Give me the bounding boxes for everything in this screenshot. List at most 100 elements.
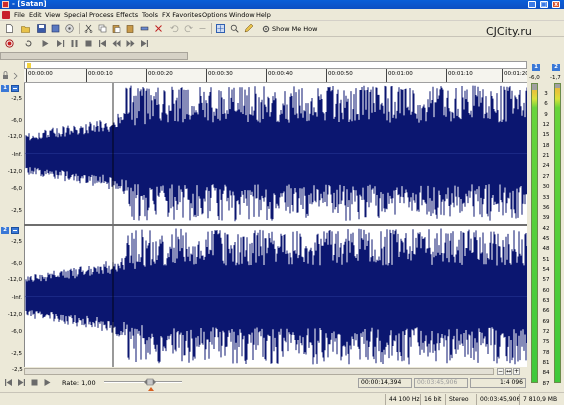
record-icon[interactable] — [5, 39, 14, 48]
ruler-corner — [0, 69, 24, 83]
lock-icon[interactable] — [0, 69, 24, 83]
menu-file[interactable]: File — [14, 11, 25, 19]
meter-scale-label: 84 — [542, 370, 550, 377]
y-label: -2,5 — [12, 367, 23, 373]
minimize-button[interactable]: _ — [528, 1, 536, 8]
play-icon[interactable] — [41, 39, 50, 48]
level-meters: 1 2 -6,0 -1,7 3 6 9 12 15 18 21 24 27 30 33 36 39 42 4… — [528, 61, 564, 388]
rate-slider[interactable] — [104, 381, 182, 383]
meter-2-badge[interactable]: 2 — [552, 64, 560, 71]
app-window: - [Satan] _ □ x File Edit View Special P… — [0, 0, 564, 405]
menu-process[interactable]: Process — [89, 11, 114, 19]
meter-scale-label: 72 — [542, 329, 550, 336]
menu-help[interactable]: Help — [256, 11, 271, 19]
meter-scale-label: 54 — [542, 266, 550, 273]
open-folder-icon[interactable] — [21, 24, 30, 33]
menu-effects[interactable]: Effects — [116, 11, 138, 19]
horizontal-scroll: -2,5 − ↔ + — [0, 367, 527, 376]
menu-window[interactable]: Window — [229, 11, 255, 19]
y-label: -6,0 — [11, 261, 22, 267]
app-icon — [2, 1, 9, 8]
menu-bar: File Edit View Special Process Effects T… — [0, 9, 564, 21]
meter-scale-label: 66 — [542, 308, 550, 315]
tab-strip-empty — [188, 52, 564, 60]
meter-scale-label: 42 — [542, 225, 550, 232]
status-bar: 44 100 Hz 16 bit Stereo 00:03:45,906 7 8… — [0, 392, 564, 405]
main-toolbar: Show Me How — [0, 21, 564, 37]
zoom-out-button[interactable]: − — [497, 368, 504, 375]
y-label: -12,0 — [7, 312, 22, 318]
undo-icon[interactable] — [170, 24, 179, 33]
channel-2-scale: 2 -2,5 -6,0 -12,0 -Inf. -12,0 -6,0 -2,5 — [0, 226, 24, 367]
meter-1-bar — [531, 83, 538, 383]
zoom-ratio: 1:4 096 — [470, 378, 526, 388]
meter-scale-label: 39 — [542, 215, 550, 222]
show-me-how-label: Show Me How — [272, 25, 318, 33]
status-length: 00:03:45,906 — [476, 394, 520, 405]
paste-icon[interactable] — [112, 24, 121, 33]
rate-slider-thumb[interactable] — [144, 378, 156, 386]
gear-icon — [262, 25, 270, 33]
redo-icon[interactable] — [184, 24, 193, 33]
meter-scale-label: 51 — [542, 256, 550, 263]
y-label: -6,0 — [11, 186, 22, 192]
pencil-icon[interactable] — [244, 24, 253, 33]
meter-scale-label: 69 — [542, 318, 550, 325]
channel-1-badge[interactable]: 1 — [1, 85, 9, 92]
overview-viewport[interactable] — [27, 63, 31, 68]
close-button[interactable]: x — [552, 1, 560, 8]
menu-fx-favorites[interactable]: FX Favorites — [162, 11, 202, 19]
go-end-icon[interactable] — [17, 378, 26, 387]
channel-1-collapse-button[interactable] — [11, 85, 19, 92]
zoom-in-button[interactable]: + — [513, 368, 520, 375]
stop-icon[interactable] — [84, 39, 93, 48]
show-me-how-button[interactable]: Show Me How — [262, 24, 317, 34]
meter-scale-label: 78 — [542, 349, 550, 356]
snap-icon[interactable] — [216, 24, 225, 33]
stop-icon[interactable] — [30, 378, 39, 387]
repeat-icon[interactable] — [198, 24, 207, 33]
document-tab-strip[interactable] — [0, 52, 188, 60]
save-icon[interactable] — [37, 24, 46, 33]
meter-scale-label: 48 — [542, 246, 550, 253]
y-label: -2,5 — [11, 239, 22, 245]
y-label: -2,5 — [11, 351, 22, 357]
rewind-icon[interactable] — [112, 39, 121, 48]
menu-tools[interactable]: Tools — [142, 11, 158, 19]
meter-scale-label: 21 — [542, 153, 550, 160]
copy-icon[interactable] — [98, 24, 107, 33]
menu-edit[interactable]: Edit — [29, 11, 42, 19]
go-start-icon[interactable] — [98, 39, 107, 48]
menu-view[interactable]: View — [45, 11, 60, 19]
overview-bar[interactable] — [24, 61, 527, 69]
go-end-icon[interactable] — [140, 39, 149, 48]
horizontal-scrollbar[interactable] — [24, 368, 494, 375]
zoom-icon[interactable] — [230, 24, 239, 33]
mix-paste-icon[interactable] — [126, 24, 135, 33]
meter-1-peak: -6,0 — [529, 75, 540, 81]
channel-1-waveform[interactable] — [24, 83, 527, 224]
maximize-button[interactable]: □ — [540, 1, 548, 8]
channel-1-scale: 1 -2,5 -6,0 -12,0 -Inf. -12,0 -6,0 -2,5 — [0, 83, 24, 224]
cut-icon[interactable] — [84, 24, 93, 33]
delete-icon[interactable] — [154, 24, 163, 33]
fast-forward-icon[interactable] — [126, 39, 135, 48]
pause-icon[interactable] — [70, 39, 79, 48]
loop-icon[interactable] — [24, 39, 33, 48]
y-label: -12,0 — [7, 277, 22, 283]
go-start-icon[interactable] — [4, 378, 13, 387]
play-selection-icon[interactable] — [56, 39, 65, 48]
play-icon[interactable] — [43, 378, 52, 387]
channel-2-waveform[interactable] — [24, 226, 527, 367]
zoom-full-button[interactable]: ↔ — [505, 368, 512, 375]
channel-2-collapse-button[interactable] — [11, 227, 19, 234]
meter-1-badge[interactable]: 1 — [532, 64, 540, 71]
new-file-icon[interactable] — [5, 24, 14, 33]
trim-icon[interactable] — [140, 24, 149, 33]
time-ruler[interactable]: 00:00:00 00:00:10 00:00:20 00:00:30 00:0… — [24, 69, 529, 83]
save-all-icon[interactable] — [51, 24, 60, 33]
menu-special[interactable]: Special — [64, 11, 87, 19]
channel-2-badge[interactable]: 2 — [1, 227, 9, 234]
menu-options[interactable]: Options — [202, 11, 227, 19]
record-disc-icon[interactable] — [65, 24, 74, 33]
